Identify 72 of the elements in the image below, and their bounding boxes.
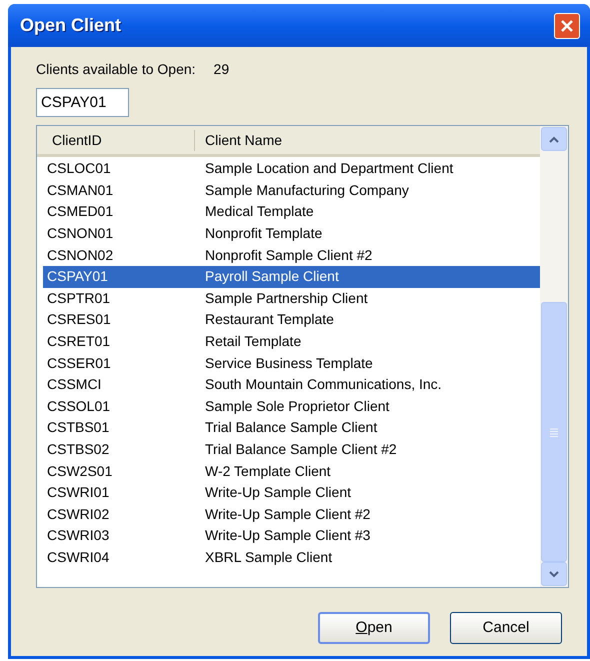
client-name: Restaurant Template: [204, 310, 334, 330]
client-name: Write-Up Sample Client #2: [204, 504, 370, 524]
client-id: CSTBS01: [46, 418, 110, 438]
client-name: Retail Template: [204, 332, 302, 352]
table-row[interactable]: CSTBS02 Trial Balance Sample Client #2: [43, 438, 540, 460]
client-name: Sample Sole Proprietor Client: [204, 396, 390, 416]
client-name: Nonprofit Template: [204, 224, 322, 244]
client-id: CSPAY01: [46, 267, 109, 286]
table-row[interactable]: CSSMCI South Mountain Communications, Inc.: [43, 374, 540, 396]
client-name: Medical Template: [204, 202, 314, 222]
client-id: CSLOC01: [46, 159, 112, 178]
client-id: CSWRI02: [46, 504, 110, 524]
client-name: Sample Manufacturing Company: [204, 180, 409, 200]
table-row[interactable]: CSSOL01 Sample Sole Proprietor Client: [43, 396, 540, 418]
column-header[interactable]: ClientID: [37, 130, 195, 150]
scroll-up-button[interactable]: [541, 127, 567, 151]
client-name: Nonprofit Sample Client #2: [204, 246, 372, 265]
table-row[interactable]: CSSER01 Service Business Template: [43, 352, 540, 374]
client-id: CSRET01: [46, 332, 112, 352]
dialog-button[interactable]: Cancel: [450, 612, 562, 644]
table-row[interactable]: CSNON02 Nonprofit Sample Client #2: [43, 244, 540, 266]
grip-icon: [550, 428, 558, 436]
client-id: CSMAN01: [46, 180, 114, 200]
table-row[interactable]: CSW2S01 W-2 Template Client: [43, 460, 540, 482]
client-id: CSWRI03: [46, 526, 110, 546]
client-name: South Mountain Communications, Inc.: [204, 375, 442, 394]
client-name: Payroll Sample Client: [204, 267, 339, 286]
dialog-button[interactable]: Open: [318, 612, 430, 644]
client-name: W-2 Template Client: [204, 462, 331, 481]
window-title: Open Client: [20, 14, 122, 37]
client-id: CSNON01: [46, 224, 114, 244]
column-header[interactable]: Client Name: [195, 130, 282, 150]
table-row[interactable]: CSWRI03 Write-Up Sample Client #3: [43, 525, 540, 547]
table-row[interactable]: CSTBS01 Trial Balance Sample Client: [43, 417, 540, 439]
close-icon: [560, 18, 574, 32]
table-row[interactable]: CSMAN01 Sample Manufacturing Company: [43, 180, 540, 202]
table-row[interactable]: CSNON01 Nonprofit Template: [43, 222, 540, 244]
client-id: CSW2S01: [46, 462, 114, 481]
client-id: CSWRI04: [46, 548, 110, 567]
scroll-down-button[interactable]: [541, 562, 567, 586]
client-name: Sample Location and Department Client: [204, 159, 454, 178]
scroll-thumb[interactable]: [541, 302, 567, 562]
client-count: 29: [214, 60, 230, 78]
client-id: CSWRI01: [46, 483, 110, 502]
table-row[interactable]: CSRES01 Restaurant Template: [43, 309, 540, 331]
table-row[interactable]: CSLOC01 Sample Location and Department Client: [43, 158, 540, 180]
client-id-field[interactable]: CSPAY01: [36, 88, 129, 117]
close-button[interactable]: [554, 12, 580, 38]
table-row[interactable]: CSWRI01 Write-Up Sample Client: [43, 482, 540, 504]
client-name: XBRL Sample Client: [204, 548, 332, 567]
table-row[interactable]: CSMED01 Medical Template: [43, 201, 540, 223]
client-id: CSRES01: [46, 310, 112, 330]
client-id: CSMED01: [46, 202, 114, 222]
client-name: Service Business Template: [204, 354, 373, 373]
table-row[interactable]: CSPTR01 Sample Partnership Client: [43, 288, 540, 310]
client-name: Sample Partnership Client: [204, 288, 368, 308]
client-id: CSPTR01: [46, 288, 112, 308]
scrollbar[interactable]: [540, 126, 568, 587]
client-id: CSSOL01: [46, 396, 112, 416]
count-label: Clients available to Open:: [36, 60, 196, 79]
client-id: CSNON02: [46, 246, 114, 265]
client-name: Trial Balance Sample Client: [204, 418, 378, 438]
client-id: CSTBS02: [46, 440, 110, 460]
table-row[interactable]: CSWRI04 XBRL Sample Client: [43, 546, 540, 568]
client-name: Write-Up Sample Client #3: [204, 526, 370, 546]
client-name: Write-Up Sample Client: [204, 483, 352, 502]
client-id: CSSMCI: [46, 375, 102, 394]
table-row[interactable]: CSWRI02 Write-Up Sample Client #2: [43, 504, 540, 526]
client-id: CSSER01: [46, 354, 112, 373]
table-row[interactable]: CSPAY01 Payroll Sample Client: [43, 266, 540, 288]
table-row[interactable]: CSRET01 Retail Template: [43, 330, 540, 352]
client-name: Trial Balance Sample Client #2: [204, 440, 397, 460]
